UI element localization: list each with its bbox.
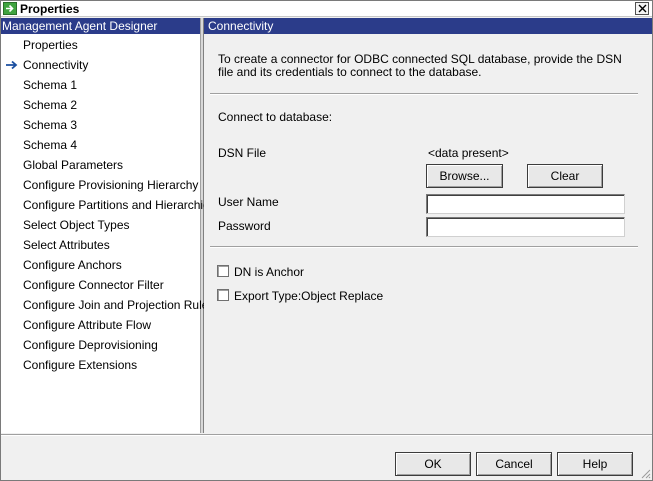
nav-item-label: Global Parameters	[23, 158, 124, 172]
footer-divider	[1, 434, 652, 436]
nav-item-schema-4[interactable]: Schema 4	[1, 138, 200, 158]
designer-nav: Properties Connectivity Schema 1 Schema 2 Sc…	[1, 34, 216, 433]
nav-item-label: Configure Attribute Flow	[23, 318, 152, 332]
ok-button[interactable]: OK	[395, 452, 471, 476]
nav-item-label: Configure Join and Projection Rules	[23, 298, 215, 312]
nav-item-label: Configure Provisioning Hierarchy	[23, 178, 199, 192]
nav-item-configure-deprovisioning[interactable]: Configure Deprovisioning	[1, 338, 200, 358]
divider	[210, 93, 638, 95]
nav-item-schema-2[interactable]: Schema 2	[1, 98, 200, 118]
nav-item-label: Properties	[23, 38, 78, 52]
nav-item-label: Schema 3	[23, 118, 78, 132]
nav-item-label: Configure Extensions	[23, 358, 138, 372]
nav-item-label: Configure Anchors	[23, 258, 122, 272]
password-label: Password	[218, 219, 271, 233]
dsn-file-value: <data present>	[428, 146, 509, 160]
nav-item-schema-1[interactable]: Schema 1	[1, 78, 200, 98]
nav-item-configure-join-and-projection-rules[interactable]: Configure Join and Projection Rules	[1, 298, 214, 318]
page-header: Connectivity	[204, 18, 652, 34]
green-arrow-icon	[3, 2, 17, 15]
blue-arrow-icon	[6, 60, 18, 70]
properties-window: Properties Management Agent Designer Con…	[0, 0, 653, 481]
nav-item-global-parameters[interactable]: Global Parameters	[1, 158, 200, 178]
nav-item-connectivity[interactable]: Connectivity	[1, 58, 200, 78]
dsn-file-label: DSN File	[218, 146, 267, 160]
resize-grip-icon[interactable]	[639, 467, 651, 479]
nav-item-schema-3[interactable]: Schema 3	[1, 118, 200, 138]
intro-text: To create a connector for ODBC connected…	[218, 52, 622, 79]
nav-item-configure-provisioning-hierarchy[interactable]: Configure Provisioning Hierarchy	[1, 178, 200, 198]
designer-header: Management Agent Designer	[1, 18, 200, 34]
close-icon	[638, 4, 647, 13]
nav-item-label: Select Object Types	[23, 218, 130, 232]
dn-is-anchor-checkbox[interactable]	[217, 265, 229, 277]
cancel-button[interactable]: Cancel	[476, 452, 552, 476]
nav-item-configure-partitions-and-hierarchies[interactable]: Configure Partitions and Hierarchies	[1, 198, 216, 218]
export-type-label: Export Type:Object Replace	[234, 289, 384, 303]
browse-button[interactable]: Browse...	[426, 164, 503, 188]
nav-item-configure-attribute-flow[interactable]: Configure Attribute Flow	[1, 318, 200, 338]
export-type-checkbox[interactable]	[217, 289, 229, 301]
nav-item-properties[interactable]: Properties	[1, 38, 200, 58]
nav-item-select-object-types[interactable]: Select Object Types	[1, 218, 200, 238]
nav-item-label: Configure Partitions and Hierarchies	[23, 198, 216, 212]
clear-button[interactable]: Clear	[527, 164, 603, 188]
nav-item-label: Select Attributes	[23, 238, 110, 252]
dn-is-anchor-label: DN is Anchor	[234, 265, 305, 279]
divider	[210, 246, 638, 248]
password-field[interactable]	[426, 217, 625, 237]
nav-item-select-attributes[interactable]: Select Attributes	[1, 238, 200, 258]
nav-item-label: Connectivity	[23, 58, 89, 72]
user-name-label: User Name	[218, 195, 279, 209]
help-button[interactable]: Help	[557, 452, 633, 476]
close-button[interactable]	[635, 2, 649, 15]
connect-to-database-label: Connect to database:	[218, 110, 333, 124]
title-bar: Properties	[1, 1, 652, 17]
nav-item-label: Schema 1	[23, 78, 78, 92]
window-title: Properties	[20, 2, 80, 16]
nav-item-label: Schema 4	[23, 138, 78, 152]
designer-nav-list: Properties Connectivity Schema 1 Schema 2 Sc…	[1, 38, 216, 378]
nav-item-label: Configure Connector Filter	[23, 278, 164, 292]
nav-item-configure-connector-filter[interactable]: Configure Connector Filter	[1, 278, 200, 298]
nav-item-label: Schema 2	[23, 98, 78, 112]
user-name-field[interactable]	[426, 194, 625, 214]
nav-item-label: Configure Deprovisioning	[23, 338, 158, 352]
nav-item-configure-extensions[interactable]: Configure Extensions	[1, 358, 200, 378]
connectivity-page: To create a connector for ODBC connected…	[204, 34, 652, 433]
nav-item-configure-anchors[interactable]: Configure Anchors	[1, 258, 200, 278]
